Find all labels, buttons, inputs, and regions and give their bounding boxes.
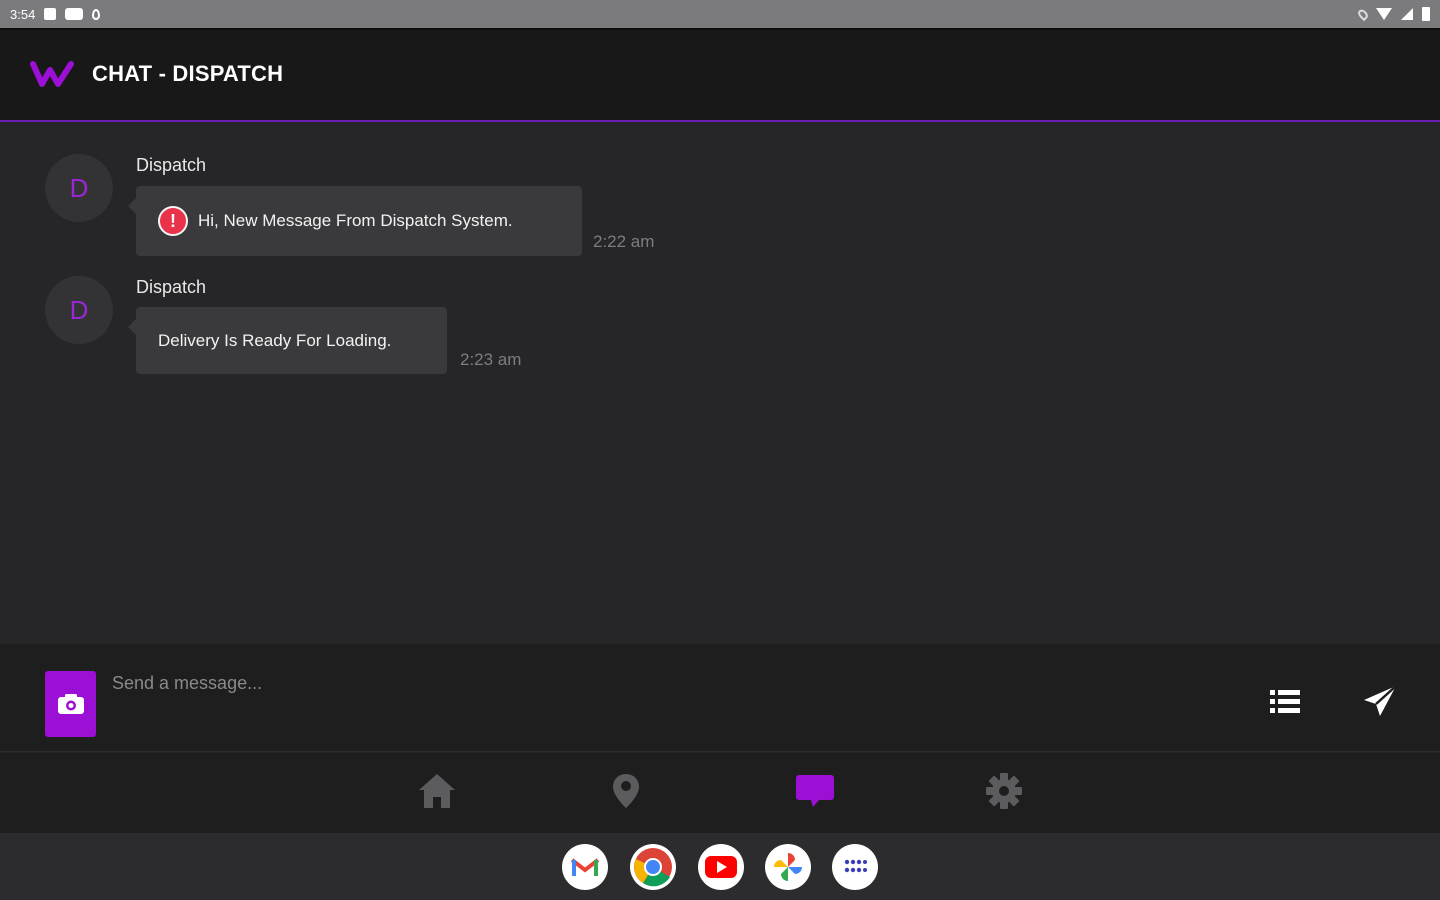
nav-home[interactable] (415, 769, 459, 813)
message-time: 2:22 am (593, 232, 655, 251)
avatar: D (45, 154, 113, 222)
chat-icon (796, 775, 834, 807)
sender-name: Dispatch (136, 277, 207, 297)
message-composer (0, 644, 1440, 752)
alert-icon: ! (158, 206, 188, 236)
app-logo-icon (30, 61, 74, 87)
youtube-app[interactable] (698, 844, 744, 890)
gmail-app[interactable] (562, 844, 608, 890)
list-icon[interactable] (1266, 684, 1304, 718)
youtube-icon (705, 856, 737, 878)
nav-settings[interactable] (982, 769, 1026, 813)
message-input[interactable] (112, 668, 1212, 698)
app-drawer-icon (844, 859, 867, 873)
location-pin-icon (613, 774, 639, 808)
app-drawer[interactable] (832, 844, 878, 890)
app-bar: CHAT - DISPATCH (0, 28, 1440, 122)
status-bar: 3:54 (0, 0, 1440, 28)
photos-app[interactable] (765, 844, 811, 890)
bubble-tail (128, 198, 136, 214)
message-bubble[interactable]: Delivery Is Ready For Loading. (128, 307, 447, 374)
gmail-icon (570, 858, 600, 876)
camera-button[interactable] (45, 671, 96, 737)
message-text: Hi, New Message From Dispatch System. (198, 211, 513, 230)
home-icon (419, 774, 455, 808)
page-title: CHAT - DISPATCH (92, 61, 284, 86)
message-bubble[interactable]: ! Hi, New Message From Dispatch System. (128, 186, 582, 256)
message-text: Delivery Is Ready For Loading. (158, 330, 392, 350)
wifi-icon (1376, 8, 1392, 20)
message-time: 2:23 am (460, 350, 522, 369)
chrome-app[interactable] (630, 844, 676, 890)
gear-icon (986, 773, 1022, 809)
location-icon (1356, 7, 1370, 21)
battery-icon (1422, 7, 1430, 21)
avatar: D (45, 276, 113, 344)
app-dock (0, 833, 1440, 900)
signal-icon (1401, 8, 1413, 20)
send-icon[interactable] (1360, 682, 1400, 722)
chat-message-list[interactable]: D Dispatch ! Hi, New Message From Dispat… (0, 124, 1440, 644)
nav-location[interactable] (604, 769, 648, 813)
chrome-icon (634, 848, 672, 887)
status-time: 3:54 (10, 6, 36, 22)
notification-icon (44, 8, 57, 20)
nav-chat[interactable] (793, 769, 837, 813)
bubble-tail (128, 319, 136, 335)
drop-icon (92, 8, 101, 20)
youtube-notification-icon (65, 8, 84, 20)
sender-name: Dispatch (136, 155, 207, 175)
camera-icon (57, 694, 84, 714)
bottom-navigation (0, 753, 1440, 833)
photos-icon (774, 853, 802, 881)
